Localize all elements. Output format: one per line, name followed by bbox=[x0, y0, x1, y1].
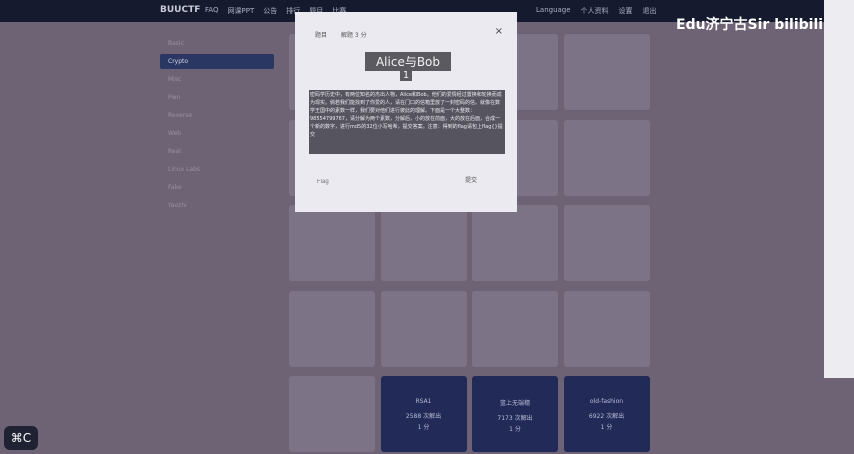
challenge-card[interactable] bbox=[563, 34, 650, 110]
card-count: 2588 次解出 bbox=[405, 413, 442, 420]
sidebar-item-yaozhi[interactable]: Yaozhi bbox=[160, 198, 274, 213]
brand-logo[interactable]: BUUCTF bbox=[160, 5, 200, 15]
close-icon[interactable]: × bbox=[495, 26, 503, 37]
submit-button[interactable]: 提交 bbox=[465, 175, 477, 184]
challenge-card[interactable] bbox=[472, 205, 558, 281]
tab-solves[interactable]: 解题 3 分 bbox=[341, 30, 367, 39]
nav-link[interactable]: FAQ bbox=[205, 6, 219, 16]
challenge-card[interactable] bbox=[289, 290, 375, 367]
card-count: 6922 次解出 bbox=[588, 413, 625, 420]
challenge-modal: 题目 解题 3 分 × Alice与Bob 1 密码学历史中，有两位知名的杰出人… bbox=[295, 12, 517, 212]
challenge-title: Alice与Bob bbox=[365, 52, 451, 71]
challenge-card[interactable] bbox=[289, 205, 375, 281]
cmd-button[interactable]: ⌘C bbox=[4, 426, 38, 450]
card-name: RSA1 bbox=[415, 398, 432, 405]
flag-input[interactable] bbox=[315, 175, 439, 189]
settings-link[interactable]: 设置 bbox=[619, 6, 633, 16]
challenge-card[interactable] bbox=[472, 290, 558, 367]
challenge-card[interactable]: RSA1 2588 次解出 1 分 bbox=[380, 376, 467, 452]
sidebar-item-real[interactable]: Real bbox=[160, 144, 274, 159]
language-menu[interactable]: Language bbox=[536, 6, 571, 16]
sidebar-item-web[interactable]: Web bbox=[160, 126, 274, 141]
challenge-card[interactable] bbox=[563, 290, 650, 367]
scrollbar[interactable] bbox=[824, 0, 854, 378]
challenge-points: 1 bbox=[400, 70, 412, 81]
sidebar-item-misc[interactable]: Misc bbox=[160, 72, 274, 87]
card-name: 篮上无端穗 bbox=[499, 400, 530, 407]
profile-link[interactable]: 个人资料 bbox=[581, 6, 609, 16]
challenge-card[interactable] bbox=[380, 290, 467, 367]
challenge-description: 密码学历史中，有两位知名的杰出人物，Alice和Bob。他们的爱情经过置换和轮换… bbox=[309, 90, 505, 154]
card-pts: 1 分 bbox=[600, 424, 613, 431]
category-sidebar: Basic Crypto Misc Pwn Reverse Web Real L… bbox=[160, 36, 274, 216]
sidebar-item-basic[interactable]: Basic bbox=[160, 36, 274, 51]
challenge-card[interactable] bbox=[289, 376, 375, 452]
sidebar-item-linux-labs[interactable]: Linux Labs bbox=[160, 162, 274, 177]
logout-link[interactable]: 退出 bbox=[643, 6, 657, 16]
modal-tabs: 题目 解题 3 分 bbox=[315, 30, 367, 39]
nav-right: Language 个人资料 设置 退出 bbox=[536, 6, 657, 16]
sidebar-item-fake[interactable]: Fake bbox=[160, 180, 274, 195]
card-pts: 1 分 bbox=[417, 424, 430, 431]
sidebar-item-crypto[interactable]: Crypto bbox=[160, 54, 274, 69]
sidebar-item-pwn[interactable]: Pwn bbox=[160, 90, 274, 105]
card-pts: 1 分 bbox=[509, 426, 521, 433]
card-name: old-fashion bbox=[589, 398, 624, 405]
watermark: Edu济宁古Sir bilibili bbox=[676, 17, 824, 33]
challenge-card[interactable] bbox=[563, 119, 650, 196]
card-count: 7173 次解出 bbox=[497, 415, 533, 422]
sidebar-item-reverse[interactable]: Reverse bbox=[160, 108, 274, 123]
challenge-card[interactable]: old-fashion 6922 次解出 1 分 bbox=[563, 376, 650, 452]
nav-link[interactable]: 网课PPT bbox=[228, 6, 255, 16]
challenge-card[interactable] bbox=[563, 205, 650, 281]
tab-challenge[interactable]: 题目 bbox=[315, 30, 327, 39]
challenge-card[interactable]: 篮上无端穗 7173 次解出 1 分 bbox=[472, 376, 558, 452]
nav-link[interactable]: 公告 bbox=[263, 6, 277, 16]
challenge-card[interactable] bbox=[380, 205, 467, 281]
